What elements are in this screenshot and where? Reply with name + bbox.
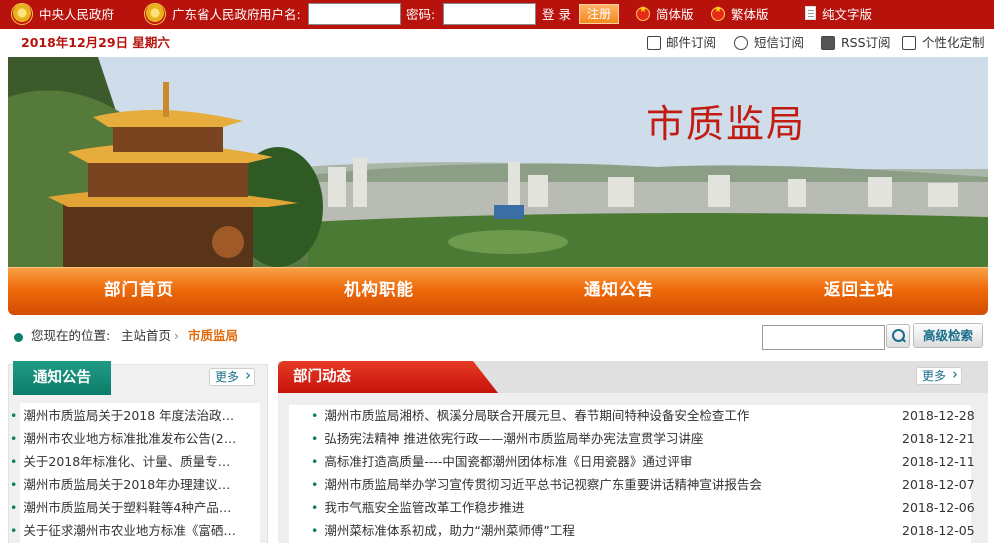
top-bar: 中央人民政府 广东省人民政府 用户名: 密码: 登 录 注册 简体版 繁体版 纯… bbox=[0, 0, 994, 29]
bauhinia-icon bbox=[711, 5, 725, 21]
notice-item[interactable]: 潮州市农业地方标准批准发布公告(2018年第1号) bbox=[10, 429, 238, 449]
traditional-chinese-link[interactable]: 繁体版 bbox=[731, 0, 769, 29]
notice-item[interactable]: 潮州市质监局关于2018年办理建议提案情况的报告 bbox=[10, 475, 238, 495]
news-date: 2018-12-07 bbox=[902, 477, 975, 492]
search-icon[interactable] bbox=[886, 324, 910, 348]
breadcrumb-prefix: 您现在的位置: bbox=[31, 328, 111, 343]
notice-title: 通知公告 bbox=[13, 361, 111, 395]
username-label: 用户名: bbox=[259, 7, 301, 22]
location-dot-icon bbox=[14, 333, 23, 342]
national-emblem-icon bbox=[144, 3, 166, 25]
document-icon bbox=[805, 6, 816, 20]
banner-title: 市质监局 bbox=[646, 102, 807, 146]
notice-item[interactable]: 关于2018年标准化、计量、质量专业技术资格评审结果的公示 bbox=[10, 452, 238, 472]
banner-image bbox=[8, 57, 988, 267]
national-emblem-icon bbox=[11, 3, 33, 25]
password-input[interactable] bbox=[443, 3, 536, 25]
breadcrumb-current: 市质监局 bbox=[188, 328, 239, 343]
flag-icon bbox=[636, 5, 650, 21]
central-gov-link[interactable]: 中央人民政府 bbox=[39, 0, 114, 29]
news-date: 2018-12-06 bbox=[902, 500, 975, 515]
mail-icon bbox=[647, 36, 661, 50]
customize-icon bbox=[902, 36, 916, 50]
password-label: 密码: bbox=[406, 7, 436, 22]
nav-functions[interactable]: 机构职能 bbox=[344, 268, 414, 314]
notice-more-button[interactable]: 更多 bbox=[209, 367, 255, 386]
mail-subscribe-link[interactable]: 邮件订阅 bbox=[666, 29, 716, 57]
news-date: 2018-12-28 bbox=[902, 408, 975, 423]
notice-item[interactable]: 潮州市质监局关于2018 年度法治政府建设情况的报告 bbox=[10, 406, 238, 426]
simplified-chinese-link[interactable]: 简体版 bbox=[656, 0, 694, 29]
customize-link[interactable]: 个性化定制 bbox=[922, 29, 985, 57]
news-date: 2018-12-21 bbox=[902, 431, 975, 446]
news-item[interactable]: 弘扬宪法精神 推进依宪行政——潮州市质监局举办宪法宣贯学习讲座 bbox=[311, 428, 871, 450]
breadcrumb-home-link[interactable]: 主站首页 bbox=[121, 322, 171, 350]
advanced-search-button[interactable]: 高级检索 bbox=[913, 323, 983, 348]
register-button[interactable]: 注册 bbox=[579, 4, 619, 24]
sms-subscribe-link[interactable]: 短信订阅 bbox=[754, 29, 804, 57]
text-only-link[interactable]: 纯文字版 bbox=[822, 0, 872, 29]
news-item[interactable]: 潮州菜标准体系初成，助力“潮州菜师傅”工程 bbox=[311, 520, 871, 542]
sms-icon bbox=[734, 36, 748, 50]
notice-item[interactable]: 关于征求潮州市农业地方标准《富硒单丛茶》意见的通知 bbox=[10, 521, 238, 541]
nav-back-main[interactable]: 返回主站 bbox=[824, 268, 894, 314]
rss-icon bbox=[821, 36, 835, 50]
news-item[interactable]: 潮州市质监局举办学习宣传贯彻习近平总书记视察广东重要讲话精神宣讲报告会 bbox=[311, 474, 871, 496]
info-bar: 2018年12月29日 星期六 邮件订阅 短信订阅 RSS订阅 个性化定制 bbox=[0, 29, 994, 57]
news-item[interactable]: 我市气瓶安全监管改革工作稳步推进 bbox=[311, 497, 871, 519]
main-nav: 部门首页 机构职能 通知公告 返回主站 bbox=[8, 267, 988, 315]
nav-notices[interactable]: 通知公告 bbox=[584, 268, 654, 314]
username-input[interactable] bbox=[308, 3, 401, 25]
news-date: 2018-12-11 bbox=[902, 454, 975, 469]
news-item[interactable]: 潮州市质监局湘桥、枫溪分局联合开展元旦、春节期间特种设备安全检查工作 bbox=[311, 405, 871, 427]
chevron-right-icon: › bbox=[174, 328, 179, 343]
news-date: 2018-12-05 bbox=[902, 523, 975, 538]
login-button[interactable]: 登 录 bbox=[542, 0, 571, 29]
notice-item[interactable]: 潮州市质监局关于塑料鞋等4种产品质量监督抽查结果的通告 bbox=[10, 498, 238, 518]
banner: 市质监局 bbox=[8, 57, 988, 267]
current-date: 2018年12月29日 星期六 bbox=[21, 35, 170, 50]
news-title: 部门动态 bbox=[293, 369, 351, 385]
news-item[interactable]: 高标准打造高质量----中国瓷都潮州团体标准《日用瓷器》通过评审 bbox=[311, 451, 871, 473]
news-more-button[interactable]: 更多 bbox=[916, 366, 962, 385]
rss-subscribe-link[interactable]: RSS订阅 bbox=[841, 29, 891, 57]
province-gov-link[interactable]: 广东省人民政府 bbox=[172, 0, 260, 29]
nav-dept-home[interactable]: 部门首页 bbox=[104, 268, 174, 314]
search-input[interactable] bbox=[762, 325, 885, 350]
